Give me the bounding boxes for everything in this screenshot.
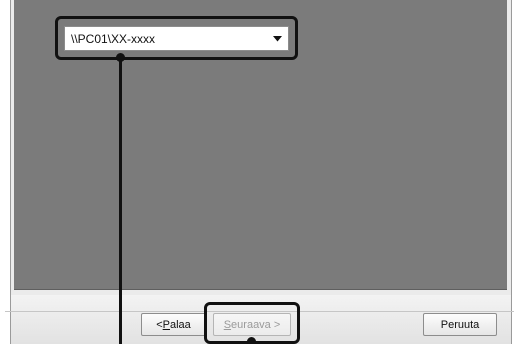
next-callout-line <box>250 340 253 344</box>
back-button[interactable]: < Palaa <box>141 313 206 336</box>
back-label: alaa <box>169 318 191 331</box>
share-path-select[interactable]: \\PC01\XX-xxxx <box>64 26 289 51</box>
cancel-button[interactable]: Peruuta <box>423 313 497 336</box>
cancel-label: Peruuta <box>440 318 480 331</box>
select-callout-line <box>119 58 122 344</box>
share-path-value: \\PC01\XX-xxxx <box>71 31 156 46</box>
back-accelerator: P <box>162 318 170 331</box>
chevron-down-icon[interactable] <box>266 27 288 50</box>
select-callout-dot <box>116 53 125 62</box>
screenshot-stage: \\PC01\XX-xxxx < Palaa Seuraava > Peruut… <box>0 0 519 344</box>
